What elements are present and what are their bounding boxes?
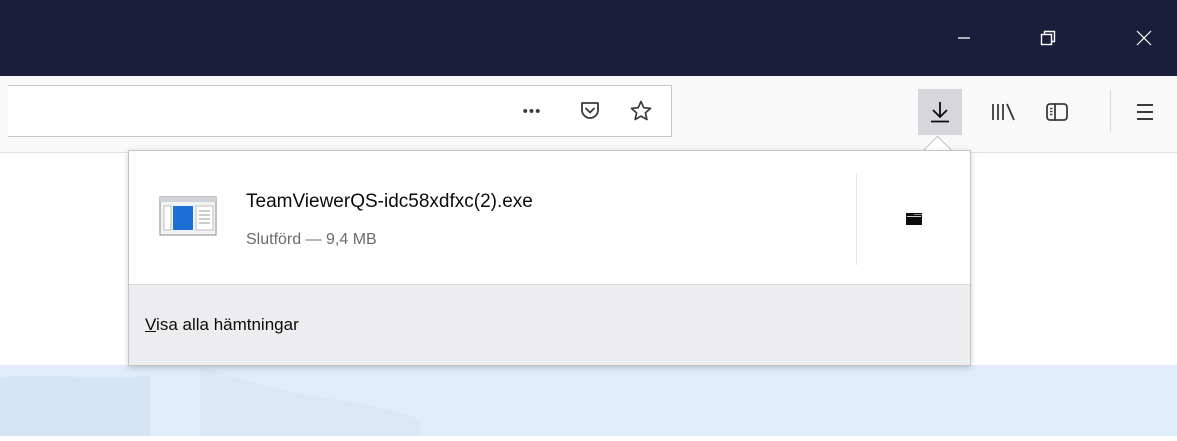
open-folder-icon bbox=[905, 212, 922, 225]
executable-file-icon bbox=[159, 196, 217, 236]
page-actions-label: ••• bbox=[522, 102, 542, 120]
download-filename: TeamViewerQS-idc58xdfxc(2).exe bbox=[246, 191, 533, 212]
page-actions-button[interactable]: ••• bbox=[513, 86, 551, 136]
library-icon bbox=[992, 103, 1015, 121]
minimize-icon bbox=[958, 37, 970, 39]
close-button[interactable] bbox=[1115, 0, 1173, 76]
pocket-icon bbox=[581, 102, 599, 119]
hamburger-menu-icon bbox=[1137, 104, 1153, 120]
library-button[interactable] bbox=[982, 89, 1026, 135]
footer-label-text: isa alla hämtningar bbox=[156, 315, 299, 334]
show-in-folder-button[interactable] bbox=[857, 151, 970, 284]
url-bar[interactable]: ••• bbox=[8, 85, 672, 137]
toolbar-separator bbox=[1110, 90, 1111, 132]
bookmark-button[interactable] bbox=[622, 86, 660, 136]
minimize-button[interactable] bbox=[935, 0, 993, 76]
restore-icon bbox=[1040, 30, 1056, 46]
sidebar-icon bbox=[1046, 103, 1068, 121]
open-menu-button[interactable] bbox=[1123, 89, 1167, 135]
sidebar-button[interactable] bbox=[1035, 89, 1079, 135]
download-arrow-icon bbox=[931, 102, 949, 123]
show-all-downloads-button[interactable]: Visa alla hämtningar bbox=[129, 284, 970, 365]
downloads-panel: TeamViewerQS-idc58xdfxc(2).exe Slutförd … bbox=[128, 150, 971, 366]
star-icon bbox=[630, 100, 652, 121]
download-status: Slutförd — 9,4 MB bbox=[246, 231, 377, 248]
navigation-toolbar: ••• bbox=[0, 76, 1177, 153]
show-all-downloads-label: Visa alla hämtningar bbox=[145, 315, 299, 335]
downloads-button[interactable] bbox=[918, 89, 962, 135]
download-item[interactable]: TeamViewerQS-idc58xdfxc(2).exe Slutförd … bbox=[129, 151, 970, 284]
restore-button[interactable] bbox=[1019, 0, 1077, 76]
background-map-shapes bbox=[0, 365, 420, 436]
accesskey-letter: V bbox=[145, 315, 157, 334]
window-titlebar bbox=[0, 0, 1177, 76]
pocket-button[interactable] bbox=[571, 86, 609, 136]
close-icon bbox=[1136, 30, 1152, 46]
background-map-strip bbox=[0, 365, 1177, 436]
